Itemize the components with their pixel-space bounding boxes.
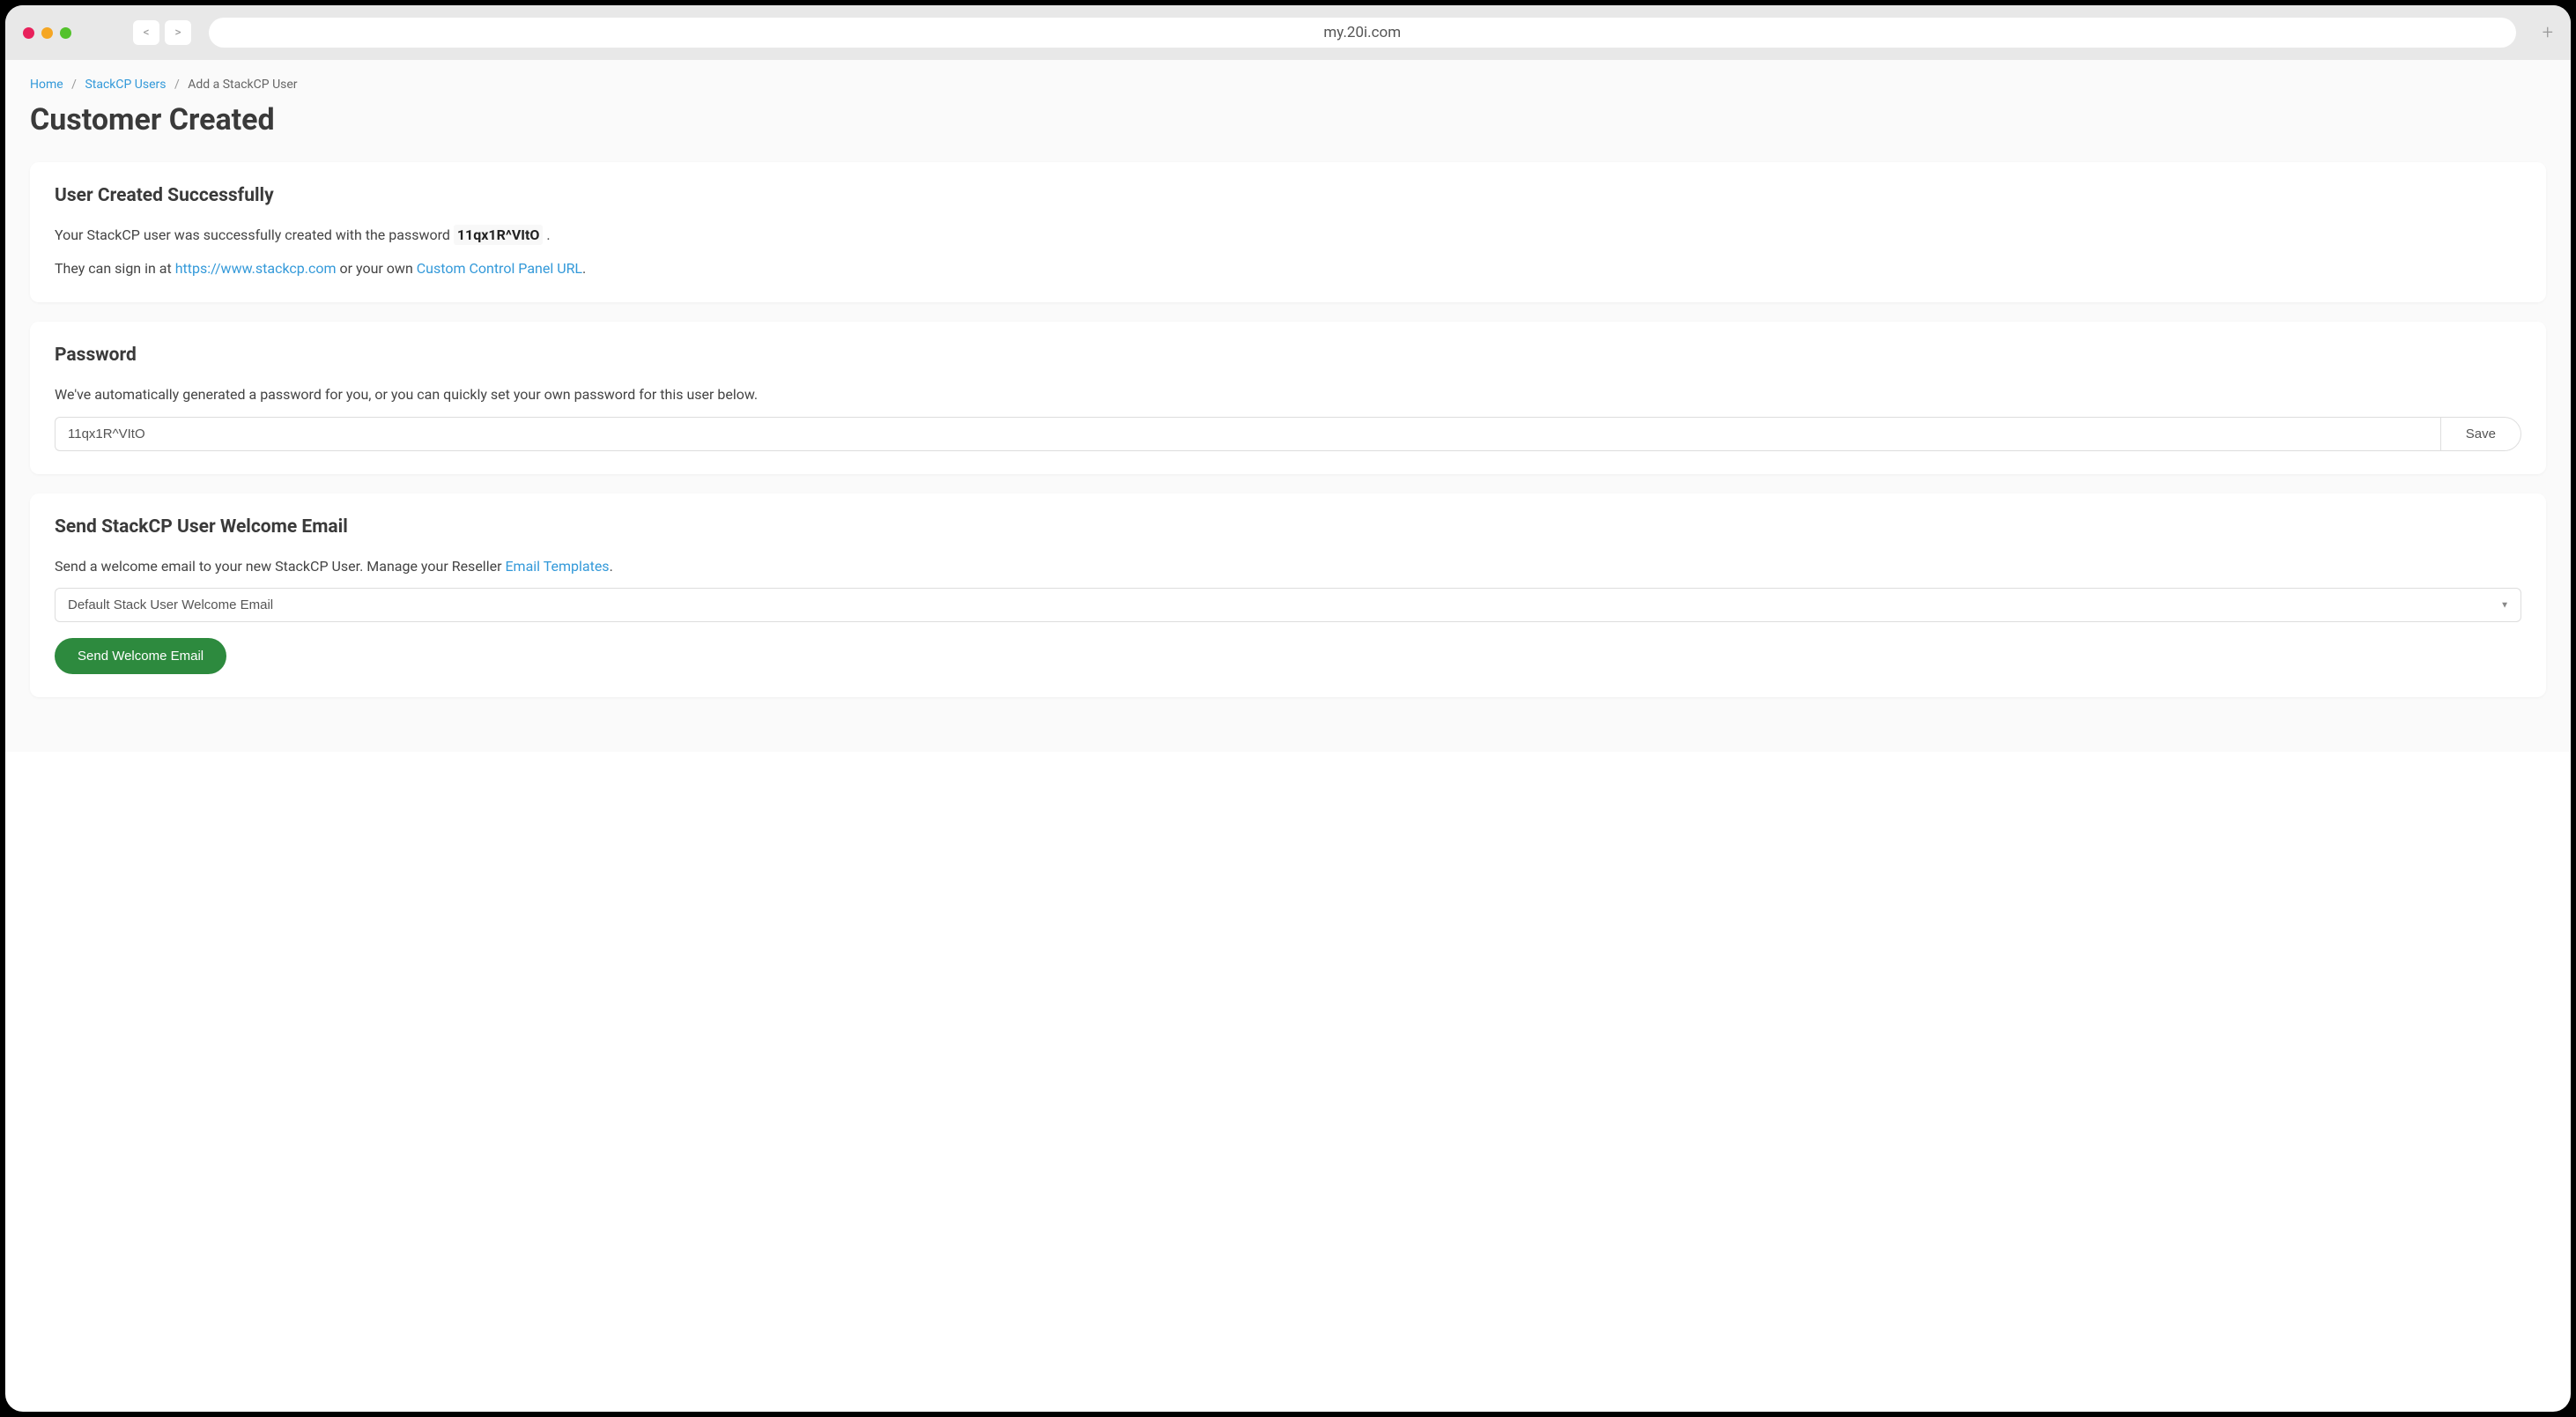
- browser-window: < > my.20i.com + Home / StackCP Users / …: [5, 5, 2571, 1412]
- save-password-button[interactable]: Save: [2440, 417, 2521, 451]
- email-templates-link[interactable]: Email Templates: [505, 558, 609, 575]
- custom-control-panel-link[interactable]: Custom Control Panel URL: [417, 260, 582, 277]
- password-input-group: Save: [55, 417, 2521, 451]
- password-description: We've automatically generated a password…: [55, 383, 2521, 406]
- success-password-text: Your StackCP user was successfully creat…: [55, 224, 2521, 247]
- welcome-card-title: Send StackCP User Welcome Email: [55, 516, 2521, 538]
- nav-buttons: < >: [133, 20, 191, 45]
- welcome-email-card: Send StackCP User Welcome Email Send a w…: [30, 493, 2546, 698]
- page-title: Customer Created: [30, 102, 2546, 137]
- breadcrumb-separator: /: [71, 78, 77, 92]
- send-welcome-email-button[interactable]: Send Welcome Email: [55, 638, 226, 674]
- success-text-suffix: .: [546, 226, 550, 243]
- template-select[interactable]: Default Stack User Welcome Email: [55, 588, 2521, 622]
- breadcrumb-home-link[interactable]: Home: [30, 78, 63, 92]
- generated-password: 11qx1R^VItO: [454, 225, 544, 245]
- success-card: User Created Successfully Your StackCP u…: [30, 162, 2546, 302]
- window-maximize-icon[interactable]: [60, 27, 71, 39]
- template-select-wrapper: Default Stack User Welcome Email ▼: [55, 588, 2521, 622]
- breadcrumb-stackcp-users-link[interactable]: StackCP Users: [85, 78, 166, 92]
- browser-chrome: < > my.20i.com +: [5, 5, 2571, 60]
- breadcrumb-current: Add a StackCP User: [188, 78, 297, 92]
- window-close-icon[interactable]: [23, 27, 34, 39]
- welcome-desc-suffix: .: [610, 558, 613, 575]
- password-card-title: Password: [55, 345, 2521, 366]
- breadcrumb-separator: /: [174, 78, 180, 92]
- welcome-desc-prefix: Send a welcome email to your new StackCP…: [55, 558, 505, 575]
- success-signin-text: They can sign in at https://www.stackcp.…: [55, 257, 2521, 280]
- window-minimize-icon[interactable]: [41, 27, 53, 39]
- password-input[interactable]: [55, 417, 2440, 451]
- signin-mid: or your own: [337, 260, 417, 277]
- nav-forward-button[interactable]: >: [165, 20, 191, 45]
- url-bar[interactable]: my.20i.com: [209, 18, 2516, 48]
- traffic-lights: [23, 27, 71, 39]
- new-tab-button[interactable]: +: [2543, 22, 2553, 44]
- nav-back-button[interactable]: <: [133, 20, 159, 45]
- success-text-prefix: Your StackCP user was successfully creat…: [55, 226, 454, 243]
- breadcrumb: Home / StackCP Users / Add a StackCP Use…: [30, 78, 2546, 92]
- page-content: Home / StackCP Users / Add a StackCP Use…: [5, 60, 2571, 752]
- password-card: Password We've automatically generated a…: [30, 322, 2546, 474]
- stackcp-signin-link[interactable]: https://www.stackcp.com: [175, 260, 337, 277]
- signin-suffix: .: [582, 260, 586, 277]
- signin-prefix: They can sign in at: [55, 260, 175, 277]
- welcome-description: Send a welcome email to your new StackCP…: [55, 555, 2521, 578]
- success-card-title: User Created Successfully: [55, 185, 2521, 206]
